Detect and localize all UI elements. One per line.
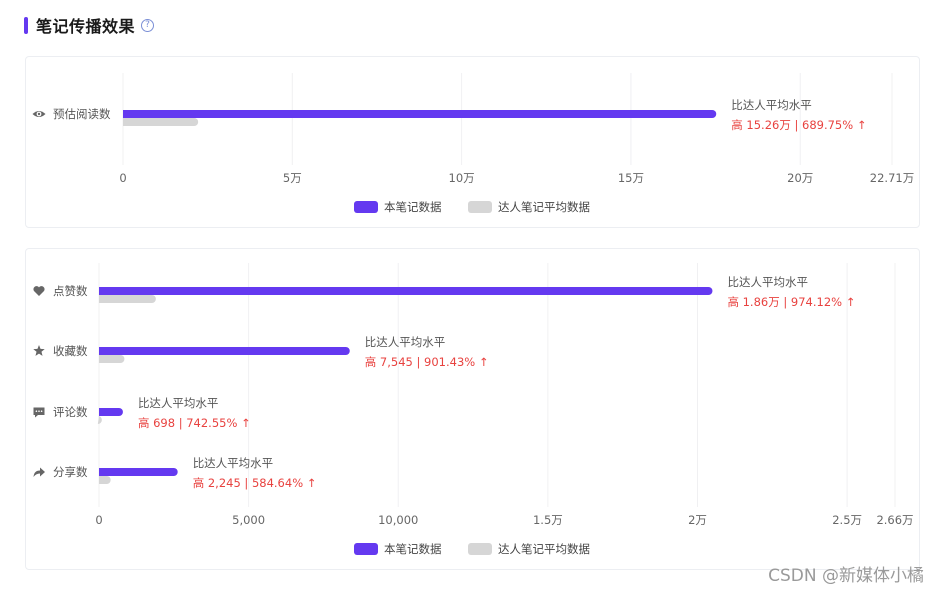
x-tick-label: 1.5万	[533, 513, 563, 527]
x-tick-label: 2.5万	[832, 513, 862, 527]
question-circle-icon[interactable]: ?	[141, 18, 155, 32]
category-label: 分享数	[53, 465, 88, 479]
x-tick-label: 10万	[449, 171, 475, 185]
legend-this-note-swatch[interactable]	[354, 543, 378, 555]
bar-influencer-avg[interactable]	[99, 476, 111, 484]
x-tick-label: 22.71万	[870, 171, 914, 185]
x-tick-label: 0	[119, 171, 126, 185]
annotation-title: 比达人平均水平	[731, 98, 812, 112]
bar-influencer-avg[interactable]	[97, 416, 102, 424]
x-tick-label: 2.66万	[876, 513, 913, 527]
x-tick-label: 5万	[283, 171, 302, 185]
reads-chart-card: 0 5万 10万 15万 20万 22.71万 预估阅读数 比达人平均水平高 15.26万 |…	[25, 56, 920, 228]
eye-icon	[32, 111, 46, 117]
reads-chart: 0 5万 10万 15万 20万 22.71万 预估阅读数 比达人平均水平高 15.26万 |…	[32, 73, 914, 214]
bar-influencer-avg[interactable]	[99, 355, 125, 363]
legend-influencer-avg-swatch[interactable]	[468, 201, 492, 213]
x-tick-label: 10,000	[378, 513, 418, 527]
bar-this-note[interactable]	[99, 408, 123, 416]
category-label: 评论数	[53, 405, 88, 419]
annotation-value: 高 2,245 | 584.64% ↑	[193, 476, 317, 490]
annotation-value: 高 1.86万 | 974.12% ↑	[727, 295, 855, 309]
annotation-title: 比达人平均水平	[365, 335, 446, 349]
annotation-value: 高 7,545 | 901.43% ↑	[365, 355, 489, 369]
star-icon	[33, 345, 45, 356]
bar-this-note[interactable]	[123, 110, 717, 118]
category-label: 预估阅读数	[53, 107, 111, 121]
watermark: CSDN @新媒体小橘	[768, 566, 924, 586]
x-tick-label: 20万	[787, 171, 813, 185]
x-tick-label: 5,000	[232, 513, 265, 527]
annotation-title: 比达人平均水平	[193, 456, 274, 470]
heart-icon	[33, 286, 45, 296]
bar-influencer-avg[interactable]	[99, 295, 156, 303]
section-header: 笔记传播效果 ?	[24, 14, 155, 36]
x-tick-label: 2万	[688, 513, 707, 527]
engagement-chart-card: 0 5,000 10,000 1.5万 2万 2.5万 2.66万 点赞数 比达人平均水平高 1…	[25, 248, 920, 570]
legend-influencer-avg-swatch[interactable]	[468, 543, 492, 555]
category-label: 收藏数	[53, 344, 88, 358]
bar-influencer-avg[interactable]	[123, 118, 199, 126]
legend-this-note-swatch[interactable]	[354, 201, 378, 213]
comment-icon	[33, 407, 45, 418]
engagement-chart: 0 5,000 10,000 1.5万 2万 2.5万 2.66万点赞数比达人平均水平高 1…	[33, 263, 914, 556]
annotation-value: 高 698 | 742.55% ↑	[138, 416, 251, 430]
legend-this-note-label[interactable]: 本笔记数据	[384, 542, 442, 556]
annotation-title: 比达人平均水平	[138, 396, 219, 410]
legend-influencer-avg-label[interactable]: 达人笔记平均数据	[498, 542, 590, 556]
x-tick-label: 0	[95, 513, 102, 527]
legend-influencer-avg-label[interactable]: 达人笔记平均数据	[498, 200, 590, 214]
bar-this-note[interactable]	[99, 287, 713, 295]
category-label: 点赞数	[53, 284, 88, 298]
annotation-title: 比达人平均水平	[727, 275, 808, 289]
annotation-value: 高 15.26万 | 689.75% ↑	[731, 118, 866, 132]
x-tick-label: 15万	[618, 171, 644, 185]
bar-this-note[interactable]	[99, 468, 178, 476]
share-icon	[33, 467, 45, 477]
section-accent-bar	[24, 16, 28, 34]
bar-this-note[interactable]	[99, 347, 350, 355]
legend-this-note-label[interactable]: 本笔记数据	[384, 200, 442, 214]
section-title: 笔记传播效果	[36, 17, 136, 36]
